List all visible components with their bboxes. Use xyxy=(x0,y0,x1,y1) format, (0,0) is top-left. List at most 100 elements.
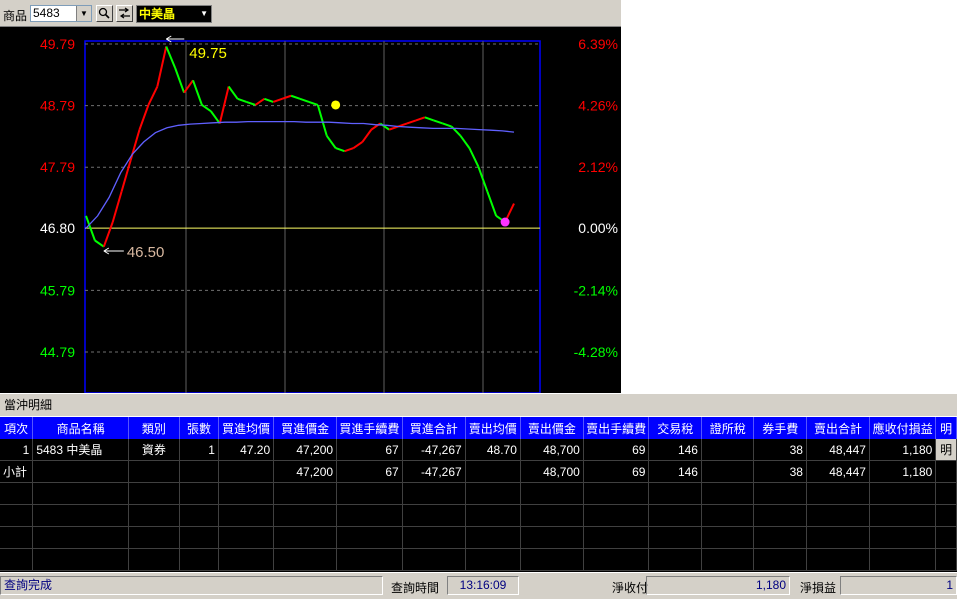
column-header[interactable]: 賣出價金 xyxy=(520,417,584,439)
table-cell: 1,180 xyxy=(869,439,937,461)
table-cell xyxy=(935,482,957,505)
table-cell xyxy=(648,482,702,505)
table-cell xyxy=(0,504,34,527)
table-cell: 小計 xyxy=(0,460,34,483)
table-cell: 47,200 xyxy=(273,439,338,461)
chevron-down-icon[interactable]: ▼ xyxy=(76,6,91,21)
table-cell xyxy=(336,504,403,527)
stock-name: 中美晶 xyxy=(139,7,176,21)
column-header[interactable]: 賣出均價 xyxy=(465,417,521,439)
detail-table: 項次 商品名稱 類別 張數 買進均價 買進價金 買進手續費 買進合計 賣出均價 賣出價金 賣出手續費… xyxy=(0,417,957,571)
table-cell: 資券 xyxy=(128,439,180,461)
price-segment xyxy=(459,135,471,149)
table-cell: 47.20 xyxy=(218,439,275,461)
column-header[interactable]: 類別 xyxy=(128,417,180,439)
column-header[interactable]: 證所稅 xyxy=(701,417,755,439)
y-tick-label-right: -2.14% xyxy=(574,282,618,298)
net-receive-value: 1,180 xyxy=(646,576,790,595)
price-segment xyxy=(424,116,435,122)
table-cell: 69 xyxy=(583,460,650,483)
subtotal-row[interactable]: 小計 47,200 67 -47,267 48,700 69 146 38 48,447 1,18… xyxy=(0,460,957,483)
y-tick-label-right: 2.12% xyxy=(578,159,618,175)
switch-icon[interactable] xyxy=(116,5,133,22)
table-row[interactable]: 1 5483 中美晶 資券 1 47.20 47,200 67 -47,267 48.70 48,… xyxy=(0,439,957,461)
table-cell xyxy=(179,548,219,571)
price-segment xyxy=(415,116,426,122)
table-cell[interactable]: 明 xyxy=(935,439,957,461)
search-icon[interactable] xyxy=(96,5,113,22)
table-cell: 67 xyxy=(336,460,403,483)
price-segment xyxy=(406,119,417,125)
column-header[interactable]: 買進合計 xyxy=(402,417,466,439)
table-cell xyxy=(701,460,755,483)
chevron-down-icon[interactable]: ▼ xyxy=(200,6,208,22)
table-cell xyxy=(402,526,466,549)
table-cell: 69 xyxy=(583,439,650,461)
table-cell xyxy=(336,548,403,571)
table-cell xyxy=(648,526,702,549)
table-cell xyxy=(128,548,180,571)
table-cell xyxy=(273,504,338,527)
price-segment xyxy=(486,190,498,217)
table-cell xyxy=(128,460,180,483)
column-header[interactable]: 賣出手續費 xyxy=(583,417,650,439)
price-segment xyxy=(192,80,203,106)
status-message: 查詢完成 xyxy=(0,576,383,595)
price-segment xyxy=(299,97,310,103)
empty-row xyxy=(0,526,957,549)
table-cell xyxy=(869,548,937,571)
table-cell xyxy=(336,482,403,505)
table-cell: 48,447 xyxy=(806,439,870,461)
table-cell xyxy=(520,504,584,527)
price-segment xyxy=(433,119,443,125)
table-cell xyxy=(869,504,937,527)
table-cell: 1,180 xyxy=(869,460,937,483)
price-segment xyxy=(272,97,283,103)
daytrade-detail-grid[interactable]: 項次 商品名稱 類別 張數 買進均價 買進價金 買進手續費 買進合計 賣出均價 賣出價金 賣出手續費… xyxy=(0,417,957,572)
column-header[interactable]: 券手費 xyxy=(753,417,807,439)
y-tick-label-right: 6.39% xyxy=(578,36,618,52)
intraday-chart: 49.79 6.39% 48.79 4.26% 47.79 2.12% 46.80 0.00%… xyxy=(0,27,621,393)
y-tick-label-left: 44.79 xyxy=(40,344,75,360)
table-cell: 48.70 xyxy=(465,439,521,461)
chart-svg: 49.79 6.39% 48.79 4.26% 47.79 2.12% 46.80 0.00%… xyxy=(40,35,618,393)
column-header[interactable]: 買進手續費 xyxy=(336,417,403,439)
price-segment xyxy=(281,94,292,100)
table-cell xyxy=(648,504,702,527)
price-segment xyxy=(237,97,247,103)
column-header[interactable]: 買進價金 xyxy=(273,417,338,439)
column-header[interactable]: 賣出合計 xyxy=(806,417,870,439)
low-price-label: 46.50 xyxy=(127,244,165,261)
table-cell xyxy=(273,482,338,505)
column-header[interactable]: 張數 xyxy=(179,417,219,439)
y-tick-label-left: 46.80 xyxy=(40,220,75,236)
stock-name-select[interactable]: 中美晶 ▼ xyxy=(136,5,212,23)
price-segment xyxy=(210,110,221,125)
query-time-label: 查詢時間 xyxy=(391,581,440,595)
column-header[interactable]: 商品名稱 xyxy=(32,417,129,439)
table-cell[interactable] xyxy=(935,460,957,483)
table-cell: -47,267 xyxy=(402,460,466,483)
table-cell xyxy=(583,504,650,527)
symbol-select[interactable]: 5483 ▼ xyxy=(30,5,92,22)
table-cell xyxy=(32,482,129,505)
column-header[interactable]: 買進均價 xyxy=(218,417,275,439)
table-cell xyxy=(701,482,755,505)
column-header[interactable]: 交易稅 xyxy=(648,417,702,439)
table-cell xyxy=(218,526,275,549)
table-cell xyxy=(179,460,219,483)
column-header[interactable]: 項次 xyxy=(0,417,34,439)
y-tick-label-right: -4.28% xyxy=(574,344,618,360)
empty-row xyxy=(0,482,957,505)
price-segment xyxy=(147,86,159,106)
column-header[interactable]: 應收付損益 xyxy=(869,417,937,439)
table-cell: 67 xyxy=(336,439,403,461)
price-segment xyxy=(183,79,194,94)
table-cell: 47,200 xyxy=(273,460,338,483)
y-tick-label-right: 4.26% xyxy=(578,98,618,114)
table-cell xyxy=(520,526,584,549)
magenta-marker xyxy=(500,217,510,227)
table-cell xyxy=(218,504,275,527)
table-cell xyxy=(465,460,521,483)
column-header[interactable]: 明 xyxy=(935,417,957,439)
